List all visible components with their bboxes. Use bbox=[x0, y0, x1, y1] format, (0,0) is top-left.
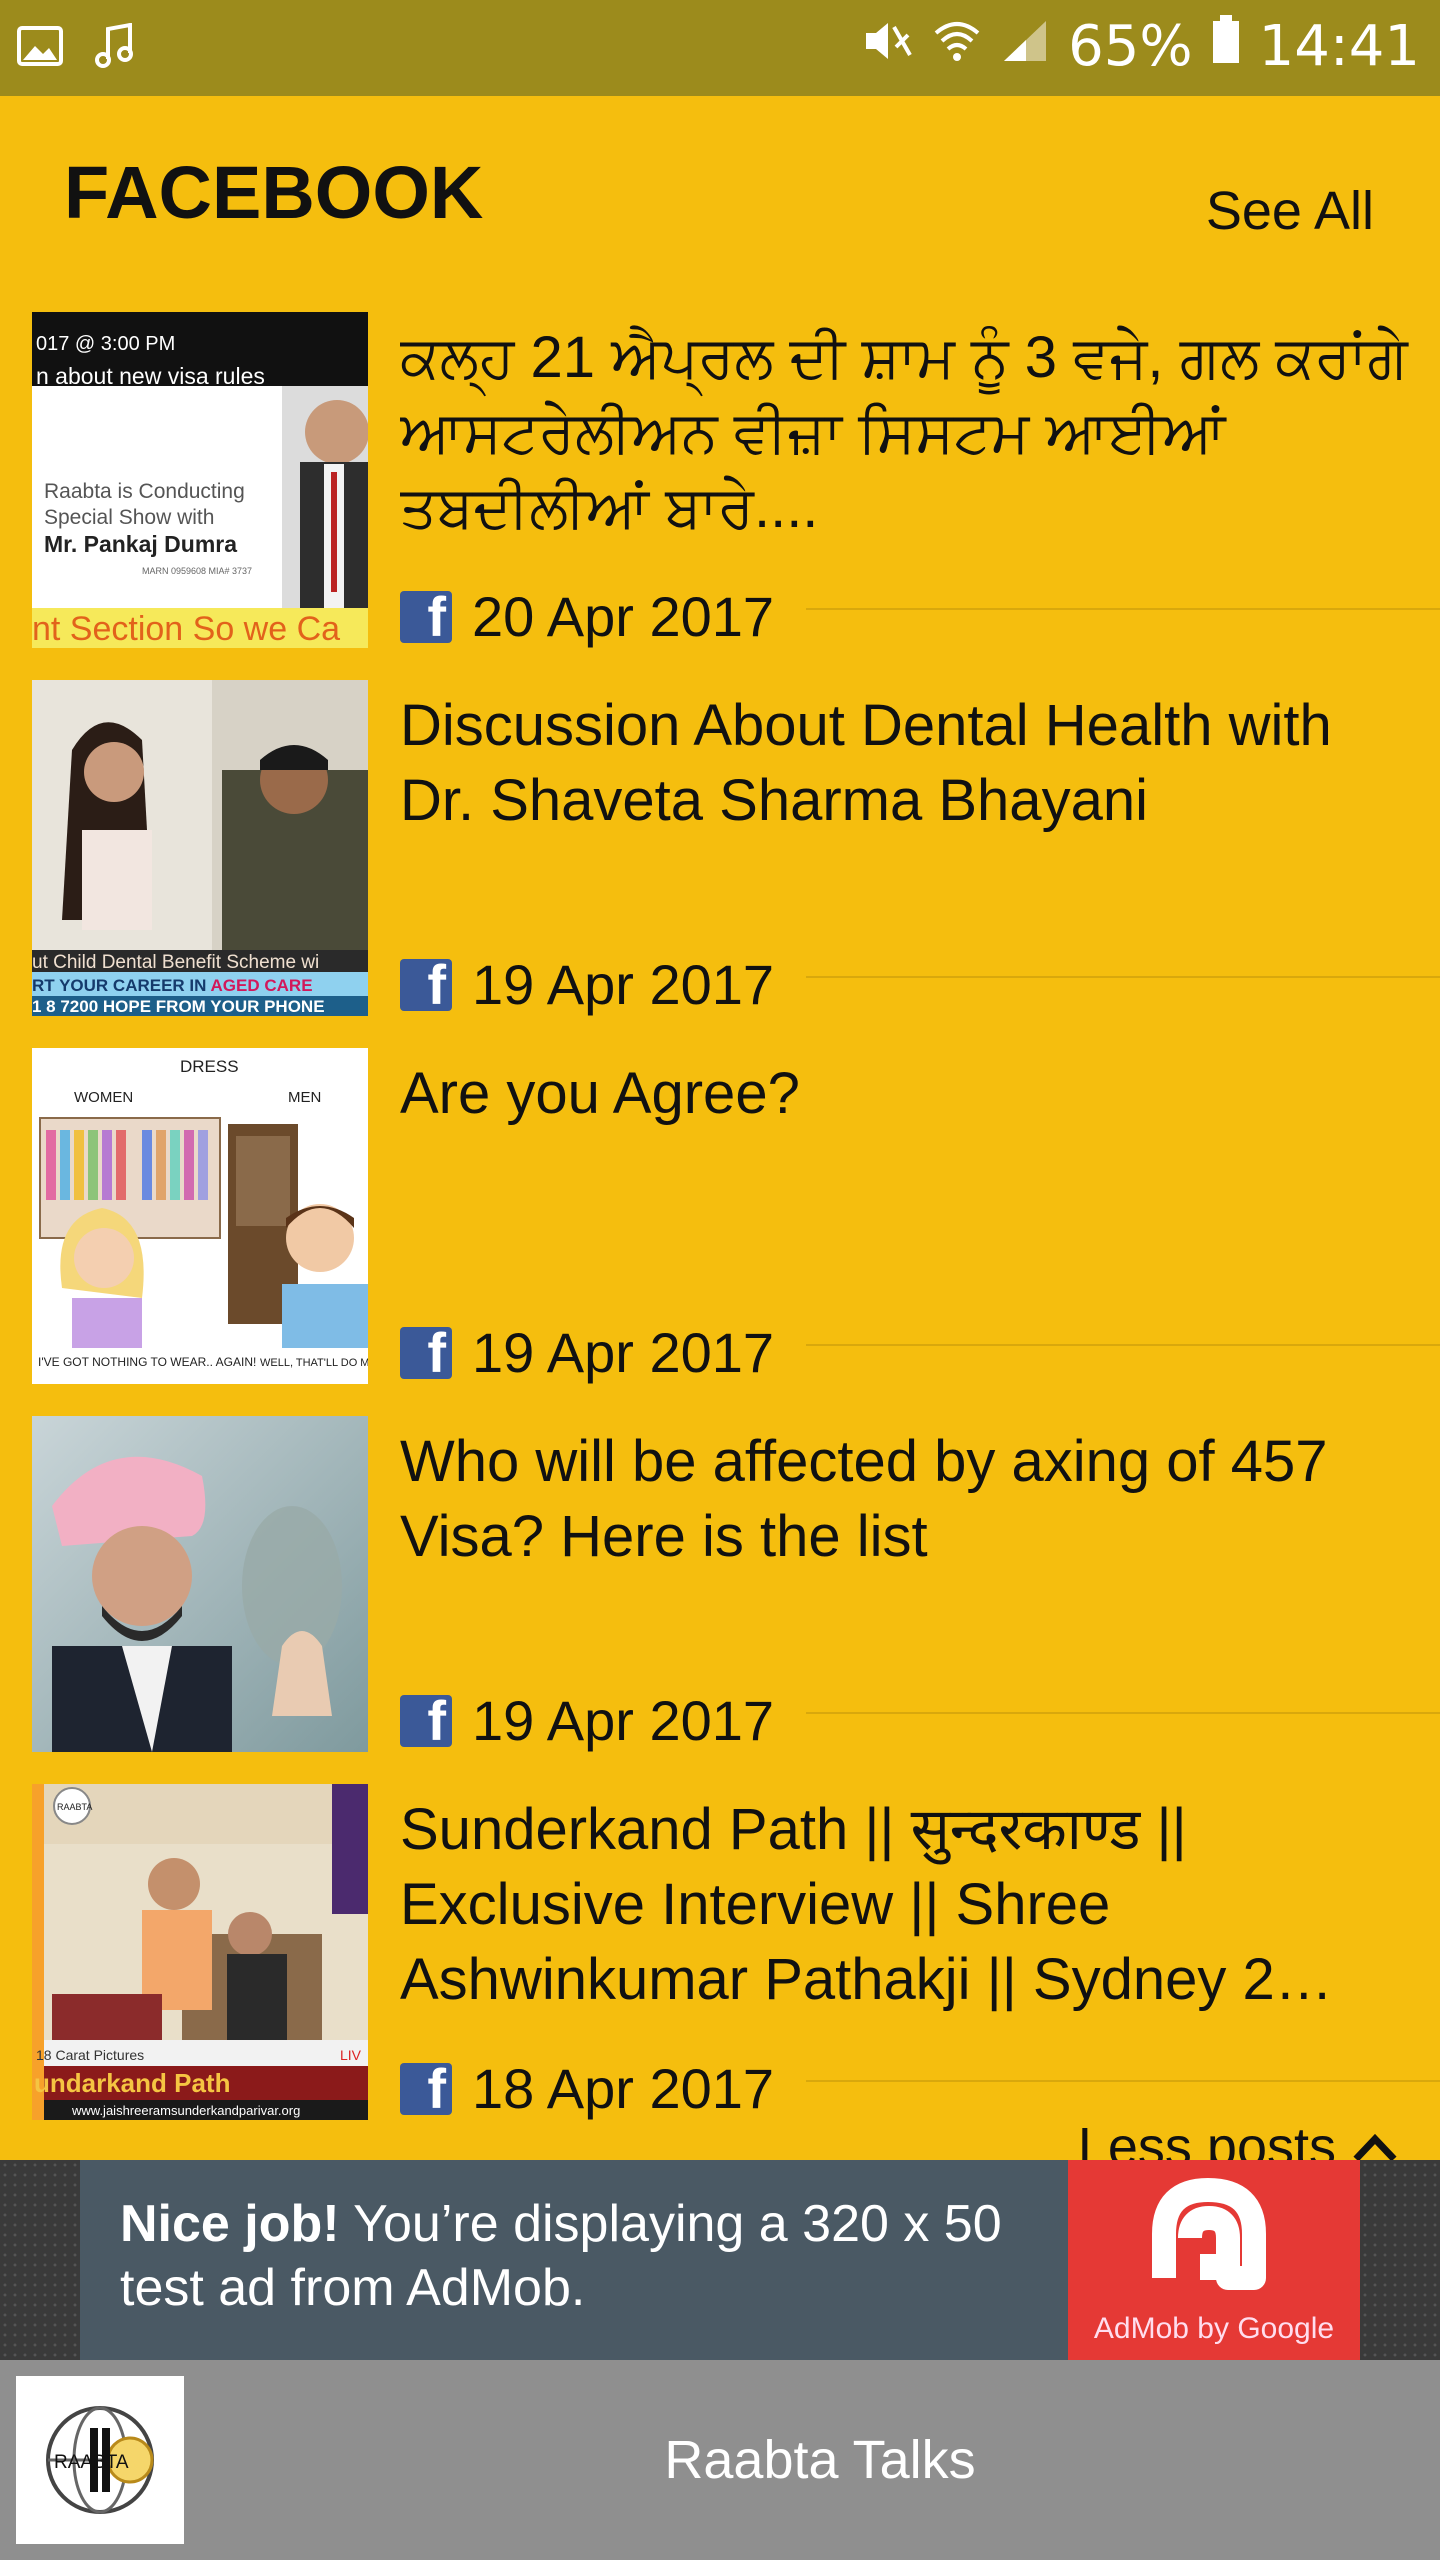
thumb-name: Mr. Pankaj Dumra bbox=[44, 531, 237, 557]
signal-icon bbox=[1000, 14, 1050, 79]
thumb-badge: RAABTA bbox=[57, 1802, 92, 1812]
wifi-icon bbox=[932, 14, 982, 79]
post-thumbnail bbox=[32, 1416, 368, 1752]
facebook-icon: f bbox=[400, 1326, 452, 1379]
post-date: 20 Apr 2017 bbox=[472, 585, 775, 648]
ad-bold-text: Nice job! bbox=[120, 2195, 340, 2253]
post-item[interactable]: 017 @ 3:00 PM n about new visa rules Raa… bbox=[0, 312, 1440, 680]
post-meta: f 19 Apr 2017 bbox=[400, 1320, 774, 1385]
facebook-icon: f bbox=[400, 1694, 452, 1747]
ad-text: Nice job! You’re displaying a 320 x 50 t… bbox=[80, 2160, 1068, 2360]
admob-brand-label: AdMob by Google bbox=[1093, 2312, 1335, 2345]
svg-text:RT YOUR CAREER IN AGED CARE: RT YOUR CAREER IN AGED CARE bbox=[32, 976, 313, 995]
post-title: Discussion About Dental Health with Dr. … bbox=[400, 693, 1332, 833]
section-title: FACEBOOK bbox=[64, 151, 484, 234]
post-thumbnail: 017 @ 3:00 PM n about new visa rules Raa… bbox=[32, 312, 368, 648]
clock: 14:41 bbox=[1258, 14, 1420, 79]
image-icon bbox=[16, 22, 64, 70]
divider bbox=[806, 1712, 1440, 1714]
divider bbox=[806, 2080, 1440, 2082]
thumb-banner: undarkand Path bbox=[34, 2068, 230, 2098]
mute-icon bbox=[862, 14, 914, 79]
ad-banner[interactable]: Nice job! You’re displaying a 320 x 50 t… bbox=[0, 2160, 1440, 2360]
post-thumbnail: RAABTA 18 Carat Pictures undarkand Path … bbox=[32, 1784, 368, 2120]
post-date: 19 Apr 2017 bbox=[472, 1689, 775, 1752]
post-item[interactable]: DRESS WOMEN MEN I'VE GOT NOTHING TO WEAR… bbox=[0, 1048, 1440, 1416]
divider bbox=[806, 608, 1440, 610]
thumb-caption2b: AGED CARE bbox=[211, 976, 313, 995]
thumb-bottom: nt Section So we Ca bbox=[32, 610, 340, 648]
post-meta: f 20 Apr 2017 bbox=[400, 584, 774, 649]
status-bar: 65% 14:41 bbox=[0, 0, 1440, 96]
thumb-body1: Raabta is Conducting bbox=[44, 480, 245, 503]
bottom-bar-title: Raabta Talks bbox=[664, 2430, 976, 2490]
thumb-url: www.jaishreeramsunderkandparivar.org bbox=[71, 2103, 300, 2118]
raabta-logo: RAABTA bbox=[16, 2376, 184, 2544]
post-item[interactable]: Who will be affected by axing of 457 Vis… bbox=[0, 1416, 1440, 1784]
admob-test-ad[interactable]: Nice job! You’re displaying a 320 x 50 t… bbox=[80, 2160, 1360, 2360]
battery-icon bbox=[1211, 14, 1241, 79]
post-title: Who will be affected by axing of 457 Vis… bbox=[400, 1429, 1328, 1569]
thumb-live: LIV bbox=[340, 2047, 362, 2063]
thumb-left-label: WOMEN bbox=[74, 1089, 133, 1106]
thumb-label: 18 Carat Pictures bbox=[36, 2047, 144, 2063]
post-date: 19 Apr 2017 bbox=[472, 1321, 775, 1384]
thumb-right-label: MEN bbox=[288, 1089, 321, 1106]
thumb-heading: DRESS bbox=[180, 1057, 239, 1076]
facebook-icon: f bbox=[400, 958, 452, 1011]
post-date: 18 Apr 2017 bbox=[472, 2057, 775, 2120]
logo-text: RAABTA bbox=[54, 2452, 129, 2473]
thumb-small: MARN 0959608 MIA# 3737 bbox=[142, 566, 252, 576]
post-title: Sunderkand Path || सुन्दरकाण्ड || Exclus… bbox=[400, 1797, 1333, 2012]
post-meta: f 19 Apr 2017 bbox=[400, 1688, 774, 1753]
divider bbox=[806, 1344, 1440, 1346]
post-title: ਕਲ੍ਹ 21 ਐਪ੍ਰਲ ਦੀ ਸ਼ਾਮ ਨੂੰ 3 ਵਜੇ, ਗਲ ਕਰਾਂ… bbox=[400, 325, 1408, 540]
thumb-caption3: 1 8 7200 HOPE FROM YOUR PHONE bbox=[32, 997, 325, 1016]
thumb-line2: n about new visa rules bbox=[36, 363, 265, 389]
post-list: 017 @ 3:00 PM n about new visa rules Raa… bbox=[0, 312, 1440, 2152]
post-item[interactable]: ut Child Dental Benefit Scheme wi RT YOU… bbox=[0, 680, 1440, 1048]
divider bbox=[806, 976, 1440, 978]
post-thumbnail: DRESS WOMEN MEN I'VE GOT NOTHING TO WEAR… bbox=[32, 1048, 368, 1384]
thumb-right-quote: WELL, THAT'LL DO ME FOR A WEEK! bbox=[260, 1357, 368, 1369]
thumb-top-text: 017 @ 3:00 PM bbox=[36, 333, 175, 355]
post-item[interactable]: RAABTA 18 Carat Pictures undarkand Path … bbox=[0, 1784, 1440, 2152]
music-note-icon bbox=[90, 22, 138, 70]
thumb-body2: Special Show with bbox=[44, 506, 214, 529]
post-thumbnail: ut Child Dental Benefit Scheme wi RT YOU… bbox=[32, 680, 368, 1016]
post-meta: f 18 Apr 2017 bbox=[400, 2056, 774, 2121]
admob-brand-panel: AdMob by Google bbox=[1068, 2160, 1360, 2360]
bottom-bar[interactable]: Raabta Talks RAABTA bbox=[0, 2360, 1440, 2560]
thumb-left-quote: I'VE GOT NOTHING TO WEAR.. AGAIN! bbox=[38, 1355, 256, 1369]
post-title: Are you Agree? bbox=[400, 1061, 800, 1126]
thumb-caption2a: RT YOUR CAREER IN bbox=[32, 976, 211, 995]
post-date: 19 Apr 2017 bbox=[472, 953, 775, 1016]
facebook-icon: f bbox=[400, 590, 452, 643]
admob-logo-icon bbox=[1152, 2178, 1266, 2290]
thumb-caption1: ut Child Dental Benefit Scheme wi bbox=[32, 952, 319, 973]
battery-percent: 65% bbox=[1068, 14, 1193, 79]
post-meta: f 19 Apr 2017 bbox=[400, 952, 774, 1017]
see-all-link[interactable]: See All bbox=[1206, 180, 1374, 242]
facebook-icon: f bbox=[400, 2062, 452, 2115]
